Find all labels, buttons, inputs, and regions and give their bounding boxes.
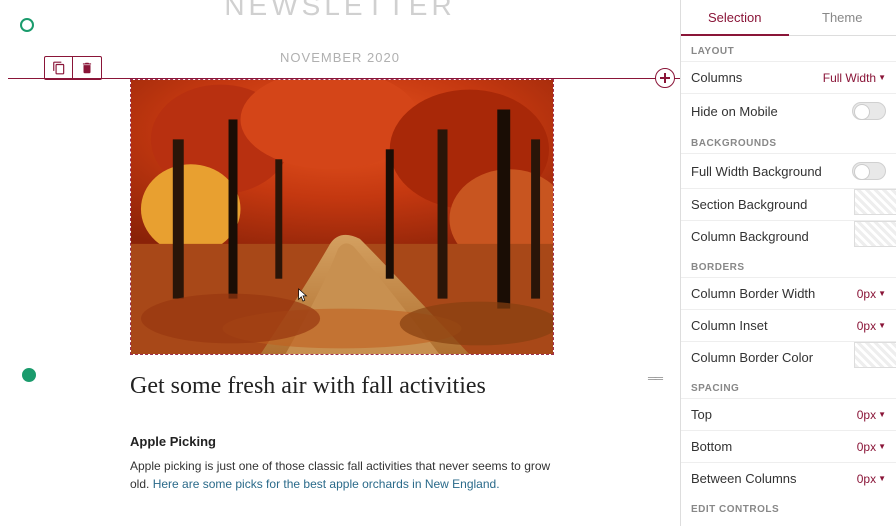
hide-mobile-toggle[interactable]	[852, 102, 886, 120]
row-columns: Columns Full Width▼	[681, 61, 896, 93]
spacing-between-label: Between Columns	[691, 471, 857, 486]
chevron-down-icon: ▼	[878, 474, 886, 483]
status-indicator-top[interactable]	[20, 18, 34, 32]
editor-canvas: NEWSLETTER NOVEMBER 2020	[0, 0, 680, 526]
row-spacing-between: Between Columns 0px▼	[681, 462, 896, 494]
row-border-color: Column Border Color	[681, 341, 896, 373]
row-spacing-bottom: Bottom 0px▼	[681, 430, 896, 462]
plus-icon	[660, 73, 670, 83]
row-inset: Column Inset 0px▼	[681, 309, 896, 341]
spacing-top-label: Top	[691, 407, 857, 422]
selection-toolbar	[44, 56, 102, 80]
add-section-button[interactable]	[655, 68, 675, 88]
tab-selection[interactable]: Selection	[681, 0, 789, 36]
section-layout: Layout	[681, 36, 896, 61]
row-border-width: Column Border Width 0px▼	[681, 277, 896, 309]
section-bg-swatch[interactable]	[854, 189, 896, 215]
drag-handle-icon[interactable]: ══	[648, 371, 661, 385]
border-color-swatch[interactable]	[854, 342, 896, 368]
spacing-bottom-value[interactable]: 0px▼	[857, 440, 886, 454]
trash-icon	[80, 61, 94, 75]
full-width-bg-toggle[interactable]	[852, 162, 886, 180]
article-link[interactable]: Here are some picks for the best apple o…	[153, 477, 500, 491]
spacing-bottom-label: Bottom	[691, 439, 857, 454]
columns-value[interactable]: Full Width▼	[823, 71, 886, 85]
status-indicator-selected[interactable]	[22, 368, 36, 382]
autumn-image	[131, 80, 553, 354]
chevron-down-icon: ▼	[878, 442, 886, 451]
hide-mobile-label: Hide on Mobile	[691, 104, 852, 119]
row-spacing-top: Top 0px▼	[681, 398, 896, 430]
cursor-icon	[296, 288, 310, 302]
newsletter-title: NEWSLETTER	[0, 0, 680, 22]
inset-value[interactable]: 0px▼	[857, 319, 886, 333]
section-spacing: Spacing	[681, 373, 896, 398]
border-color-label: Column Border Color	[691, 350, 854, 365]
section-backgrounds: Backgrounds	[681, 128, 896, 153]
full-width-bg-label: Full Width Background	[691, 164, 852, 179]
panel-scroll[interactable]: Layout Columns Full Width▼ Hide on Mobil…	[681, 36, 896, 526]
inset-label: Column Inset	[691, 318, 857, 333]
chevron-down-icon: ▼	[878, 73, 886, 82]
spacing-between-value[interactable]: 0px▼	[857, 472, 886, 486]
column-bg-swatch[interactable]	[854, 221, 896, 247]
columns-label: Columns	[691, 70, 823, 85]
chevron-down-icon: ▼	[878, 289, 886, 298]
image-block[interactable]	[130, 79, 554, 355]
row-hide-mobile: Hide on Mobile	[681, 93, 896, 128]
delete-button[interactable]	[73, 57, 101, 79]
chevron-down-icon: ▼	[878, 321, 886, 330]
section-edit-controls: Edit Controls	[681, 494, 896, 519]
properties-panel: Selection Theme Layout Columns Full Widt…	[680, 0, 896, 526]
row-column-bg: Column Background	[681, 220, 896, 252]
article-subtitle[interactable]: Apple Picking	[130, 434, 554, 449]
row-section-bg: Section Background	[681, 188, 896, 220]
newsletter-date: NOVEMBER 2020	[0, 50, 680, 65]
tab-theme[interactable]: Theme	[789, 0, 896, 36]
section-bg-label: Section Background	[691, 197, 854, 212]
duplicate-button[interactable]	[45, 57, 73, 79]
row-full-width-bg: Full Width Background	[681, 153, 896, 188]
chevron-down-icon: ▼	[878, 410, 886, 419]
spacing-top-value[interactable]: 0px▼	[857, 408, 886, 422]
column-bg-label: Column Background	[691, 229, 854, 244]
article-title[interactable]: Get some fresh air with fall activities	[130, 373, 554, 400]
content-column[interactable]: Get some fresh air with fall activities …	[130, 79, 554, 493]
duplicate-icon	[52, 61, 66, 75]
article-body[interactable]: Apple picking is just one of those class…	[130, 457, 554, 493]
section-borders: Borders	[681, 252, 896, 277]
border-width-label: Column Border Width	[691, 286, 857, 301]
panel-tabs: Selection Theme	[681, 0, 896, 36]
border-width-value[interactable]: 0px▼	[857, 287, 886, 301]
